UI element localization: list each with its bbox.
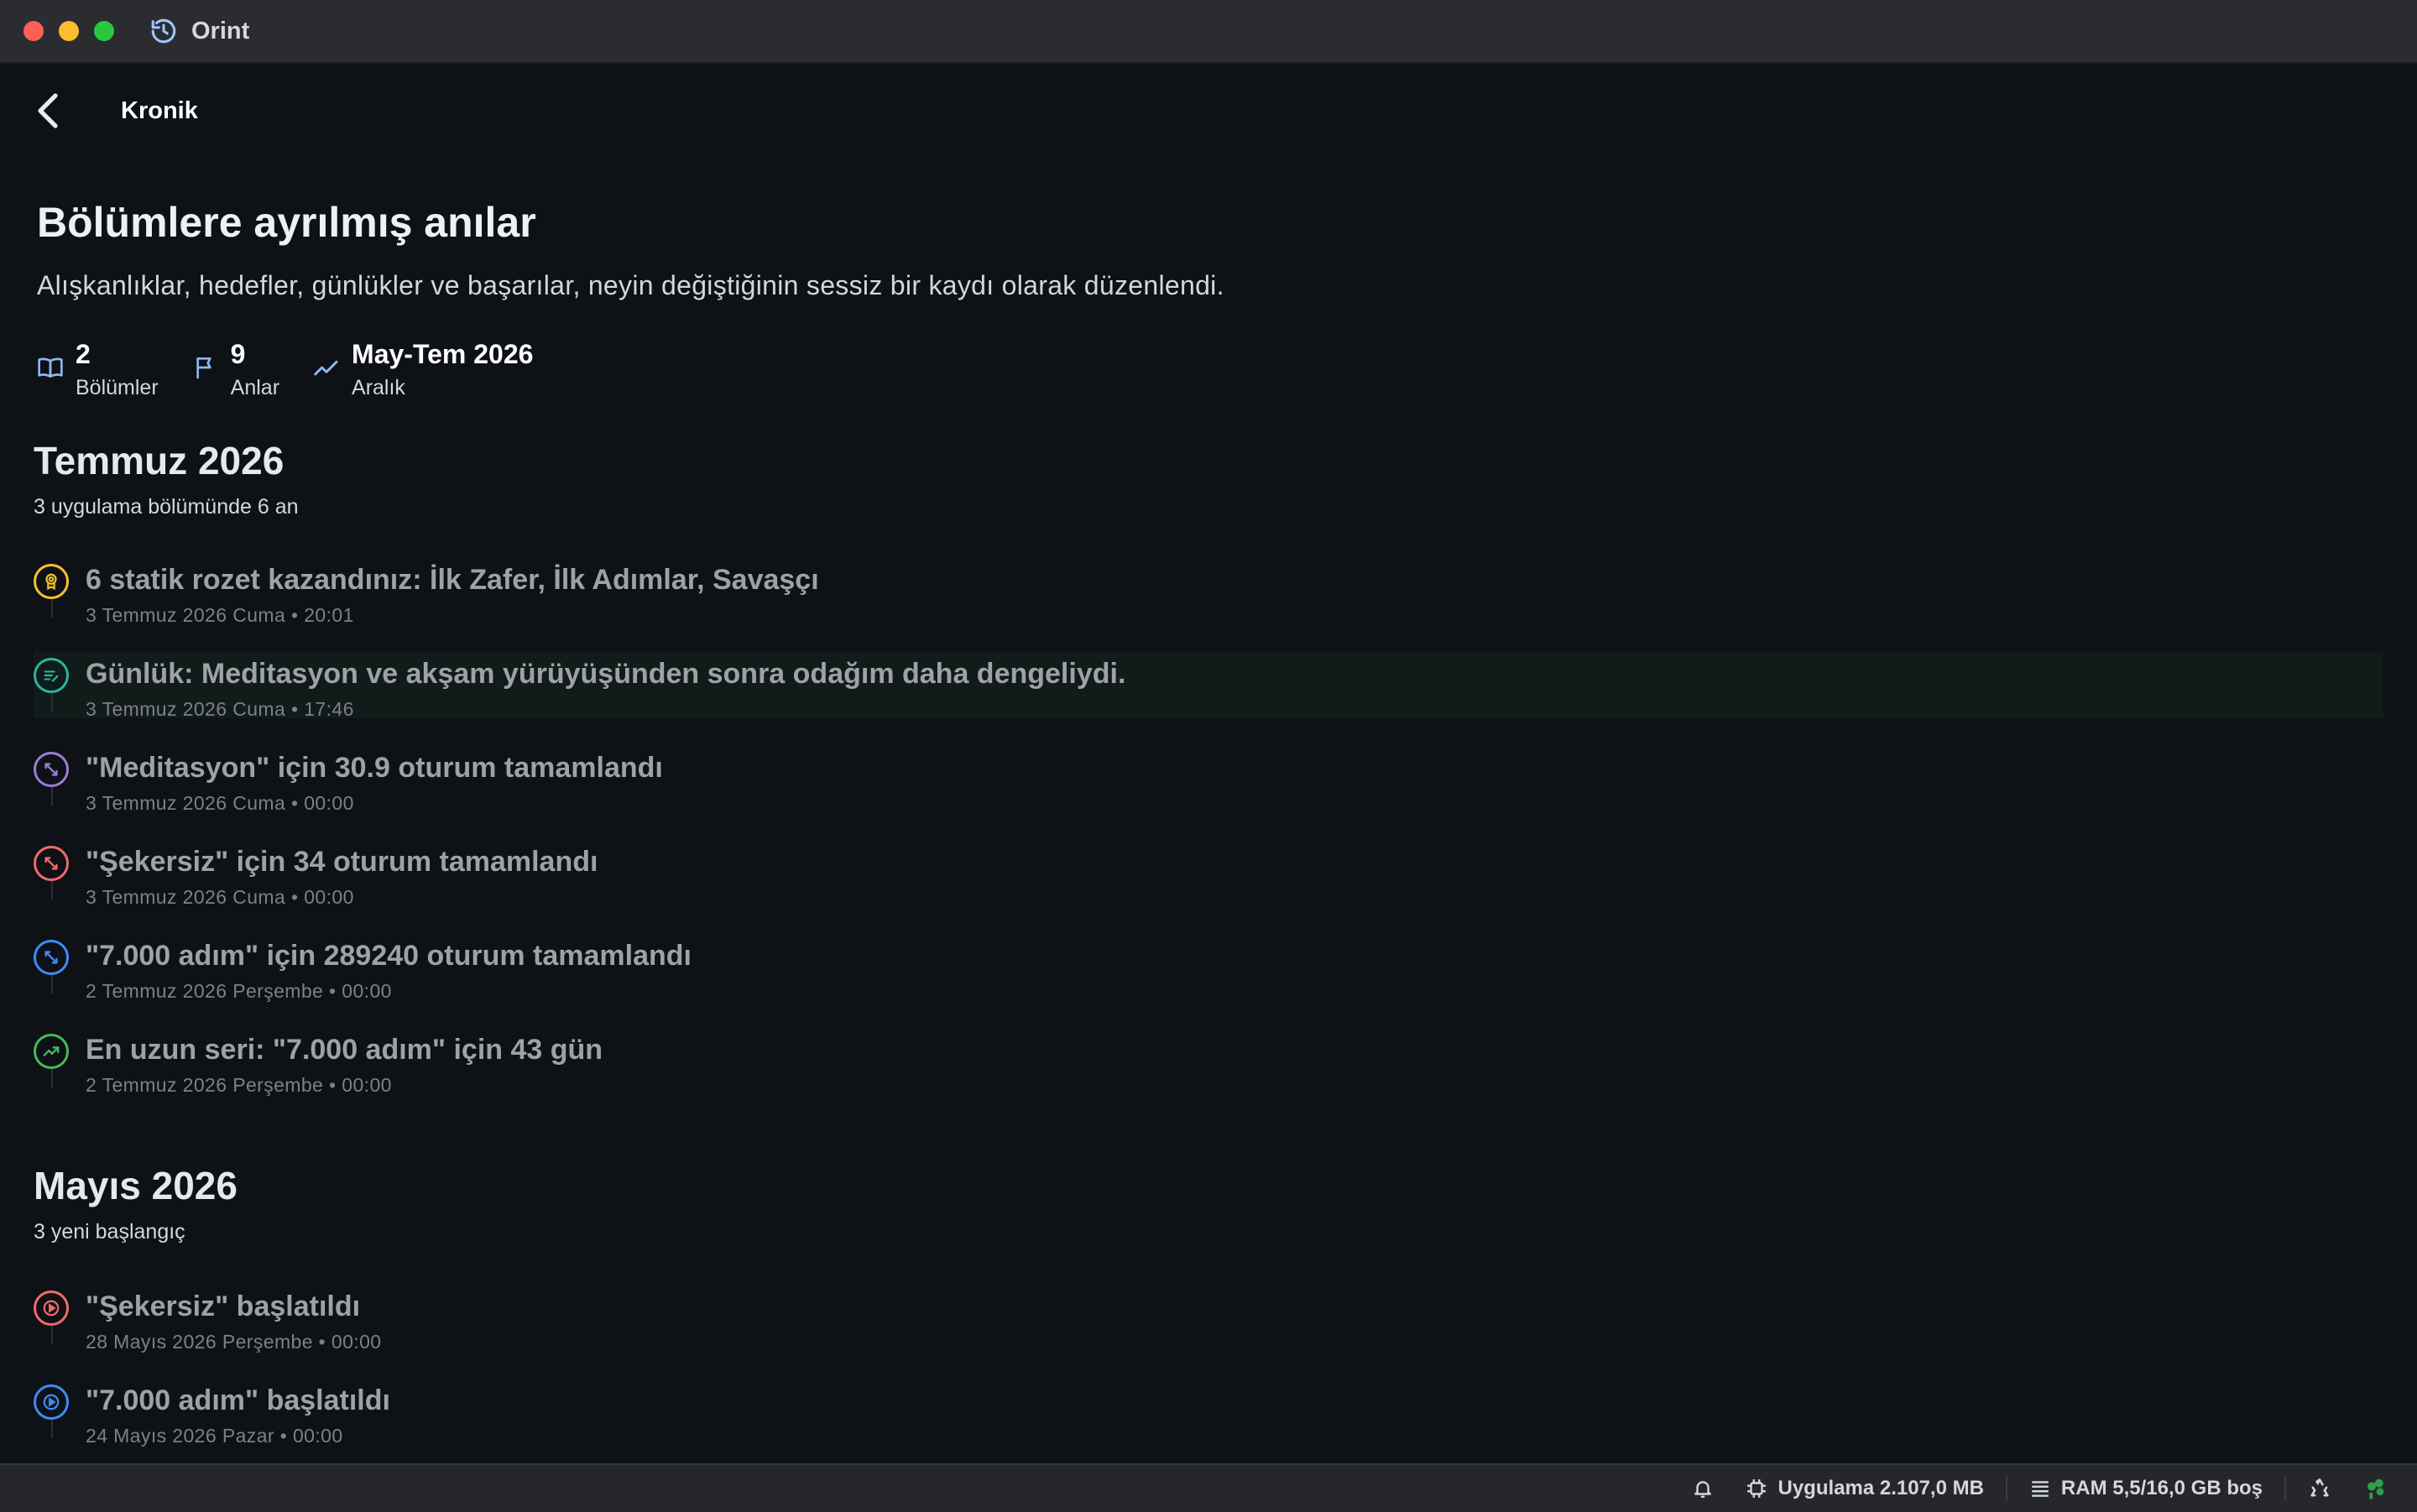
chip-icon	[1747, 1479, 1767, 1498]
timeline-item[interactable]: "Şekersiz" başlatıldı 28 Mayıs 2026 Perş…	[34, 1284, 2383, 1353]
stat-label: Aralık	[352, 376, 405, 399]
item-title: "Meditasyon" için 30.9 oturum tamamlandı	[86, 752, 663, 784]
cleanup-button[interactable]	[2308, 1477, 2341, 1500]
bell-icon	[1694, 1481, 1712, 1498]
stat-label: Bölümler	[76, 376, 159, 399]
timeline-connector	[51, 975, 53, 993]
timeline-connector	[51, 599, 53, 618]
stat-moments: 9 Anlar	[192, 337, 279, 400]
timeline-connector	[51, 1326, 53, 1344]
item-meta: 3 Temmuz 2026 Cuma • 00:00	[86, 886, 354, 908]
app-memory-text: Uygulama 2.107,0 MB	[1778, 1477, 1984, 1499]
item-meta: 2 Temmuz 2026 Perşembe • 00:00	[86, 980, 392, 1002]
item-meta: 3 Temmuz 2026 Cuma • 00:00	[86, 792, 354, 814]
minimize-window-button[interactable]	[59, 21, 79, 41]
item-title: En uzun seri: "7.000 adım" için 43 gün	[86, 1034, 603, 1066]
flag-icon	[196, 357, 211, 379]
journal-icon	[34, 658, 69, 693]
stats-row: 2 Bölümler 9 Anlar May-Tem 2026 Aralık	[37, 337, 566, 400]
timeline-item[interactable]: "7.000 adım" başlatıldı 24 Mayıs 2026 Pa…	[34, 1378, 2383, 1447]
section-title-july: Temmuz 2026	[34, 439, 285, 482]
timeline-item[interactable]: Günlük: Meditasyon ve akşam yürüyüşünden…	[34, 651, 2383, 720]
timeline-connector	[51, 881, 53, 899]
close-window-button[interactable]	[23, 21, 44, 41]
status-separator	[2284, 1476, 2286, 1501]
timeline-item[interactable]: "Meditasyon" için 30.9 oturum tamamlandı…	[34, 745, 2383, 814]
page-subtitle: Alışkanlıklar, hedefler, günlükler ve ba…	[37, 270, 1224, 300]
item-title: "7.000 adım" için 289240 oturum tamamlan…	[86, 940, 692, 972]
plant-icon	[2367, 1478, 2384, 1499]
badge-icon	[34, 564, 69, 599]
item-meta: 24 Mayıs 2026 Pazar • 00:00	[86, 1425, 343, 1447]
timeline-connector	[51, 787, 53, 806]
timeline-item[interactable]: "Şekersiz" için 34 oturum tamamlandı 3 T…	[34, 839, 2383, 908]
status-separator	[2005, 1476, 2007, 1501]
timeline-item[interactable]: En uzun seri: "7.000 adım" için 43 gün 2…	[34, 1027, 2383, 1096]
expand-icon	[34, 940, 69, 975]
timeline-connector	[51, 1069, 53, 1087]
item-title: "Şekersiz" için 34 oturum tamamlandı	[86, 846, 598, 878]
timeline-item[interactable]: "7.000 adım" için 289240 oturum tamamlan…	[34, 933, 2383, 1002]
item-meta: 3 Temmuz 2026 Cuma • 17:46	[86, 698, 354, 720]
title-bar: Orint	[0, 0, 2417, 64]
app-title: Orint	[191, 17, 250, 44]
item-title: "Şekersiz" başlatıldı	[86, 1290, 361, 1322]
page-nav-title: Kronik	[121, 97, 198, 124]
trend-icon	[314, 360, 338, 376]
back-button[interactable]	[32, 91, 65, 131]
trend-icon	[34, 1034, 69, 1069]
ram-indicator[interactable]: RAM 5,5/16,0 GB boş	[2029, 1477, 2263, 1500]
timeline-connector	[51, 693, 53, 712]
chevron-left-icon	[38, 93, 58, 128]
item-title: "7.000 adım" başlatıldı	[86, 1384, 390, 1416]
stat-chapters: 2 Bölümler	[37, 337, 159, 400]
item-meta: 2 Temmuz 2026 Perşembe • 00:00	[86, 1074, 392, 1096]
expand-icon	[34, 752, 69, 787]
section-subtitle-july: 3 uygulama bölümünde 6 an	[34, 495, 299, 519]
stat-value: May-Tem 2026	[352, 339, 534, 369]
history-icon	[149, 17, 178, 45]
timeline-item[interactable]: 6 statik rozet kazandınız: İlk Zafer, İl…	[34, 557, 2383, 626]
window-controls	[23, 21, 114, 41]
play-icon	[34, 1384, 69, 1420]
timeline-connector	[51, 1420, 53, 1438]
section-title-may: Mayıs 2026	[34, 1164, 238, 1207]
item-meta: 28 Mayıs 2026 Perşembe • 00:00	[86, 1331, 382, 1353]
stat-label: Anlar	[230, 376, 280, 399]
zoom-window-button[interactable]	[94, 21, 114, 41]
item-title: 6 statik rozet kazandınız: İlk Zafer, İl…	[86, 564, 819, 596]
item-meta: 3 Temmuz 2026 Cuma • 20:01	[86, 604, 354, 626]
ram-text: RAM 5,5/16,0 GB boş	[2060, 1477, 2263, 1499]
play-icon	[34, 1290, 69, 1326]
app-memory-indicator[interactable]: Uygulama 2.107,0 MB	[1746, 1477, 1984, 1500]
book-icon	[38, 357, 63, 378]
recycle-icon	[2310, 1478, 2329, 1497]
stat-range: May-Tem 2026 Aralık	[313, 337, 533, 400]
expand-icon	[34, 846, 69, 881]
status-indicator[interactable]	[2363, 1476, 2399, 1501]
section-subtitle-may: 3 yeni başlangıç	[34, 1220, 185, 1243]
memory-icon	[2032, 1481, 2049, 1497]
notifications-button[interactable]	[1692, 1478, 1724, 1499]
status-bar: Uygulama 2.107,0 MB RAM 5,5/16,0 GB boş	[0, 1463, 2417, 1512]
page-title: Bölümlere ayrılmış anılar	[37, 199, 536, 246]
stat-value: 9	[230, 339, 246, 369]
stat-value: 2	[76, 339, 91, 369]
item-title: Günlük: Meditasyon ve akşam yürüyüşünden…	[86, 658, 1126, 690]
